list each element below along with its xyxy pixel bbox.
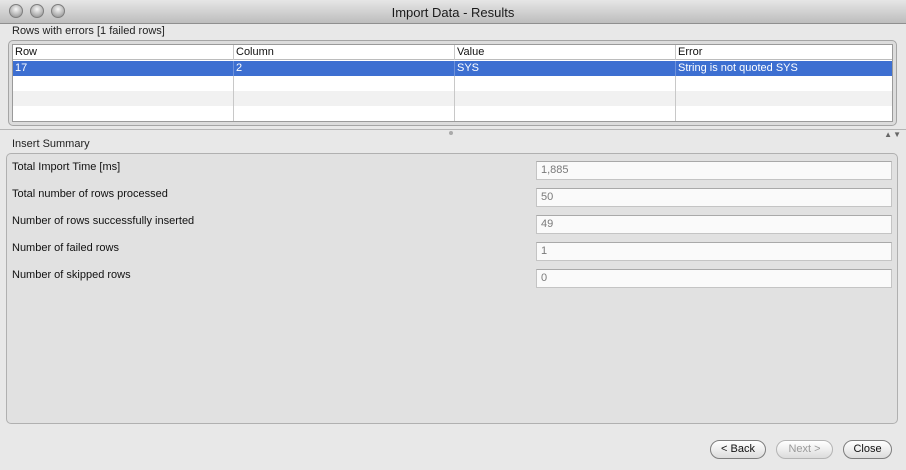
- column-header-value[interactable]: Value: [455, 45, 676, 60]
- empty-cell: [455, 91, 676, 106]
- splitter-grip-icon[interactable]: [449, 131, 453, 135]
- next-button[interactable]: Next >: [776, 440, 833, 459]
- empty-cell: [13, 76, 234, 91]
- empty-cell: [13, 91, 234, 106]
- title-bar: Import Data - Results: [0, 0, 906, 24]
- errors-section-label: Rows with errors [1 failed rows]: [12, 25, 165, 37]
- empty-cell: [234, 76, 455, 91]
- total-import-time-label: Total Import Time [ms]: [12, 161, 121, 173]
- empty-table-row: [13, 106, 892, 121]
- empty-cell: [234, 91, 455, 106]
- column-header-error[interactable]: Error: [676, 45, 892, 60]
- close-button[interactable]: Close: [843, 440, 892, 459]
- cell-column: 2: [234, 61, 455, 76]
- cell-value: SYS: [455, 61, 676, 76]
- rows-inserted-label: Number of rows successfully inserted: [12, 215, 195, 227]
- failed-rows-field[interactable]: 1: [536, 242, 892, 261]
- failed-rows-label: Number of failed rows: [12, 242, 119, 254]
- rows-processed-field[interactable]: 50: [536, 188, 892, 207]
- cell-row: 17: [13, 61, 234, 76]
- empty-table-row: [13, 91, 892, 106]
- empty-cell: [455, 106, 676, 121]
- errors-table[interactable]: Row Column Value Error 17 2 SYS String i…: [12, 44, 893, 122]
- empty-cell: [13, 106, 234, 121]
- split-pane-divider[interactable]: ▲▼: [0, 129, 906, 139]
- table-row[interactable]: 17 2 SYS String is not quoted SYS: [13, 61, 892, 76]
- cell-error: String is not quoted SYS: [678, 62, 798, 74]
- rows-processed-label: Total number of rows processed: [12, 188, 168, 200]
- column-header-row[interactable]: Row: [13, 45, 234, 60]
- total-import-time-field[interactable]: 1,885: [536, 161, 892, 180]
- empty-table-row: [13, 76, 892, 91]
- window-title: Import Data - Results: [391, 5, 515, 20]
- errors-table-frame: Row Column Value Error 17 2 SYS String i…: [8, 40, 897, 126]
- empty-cell: [455, 76, 676, 91]
- import-results-window: Import Data - Results Rows with errors […: [0, 0, 906, 470]
- splitter-arrows-icon[interactable]: ▲▼: [884, 130, 902, 139]
- back-button[interactable]: < Back: [710, 440, 766, 459]
- column-header-column[interactable]: Column: [234, 45, 455, 60]
- summary-section-label: Insert Summary: [12, 138, 90, 150]
- skipped-rows-field[interactable]: 0: [536, 269, 892, 288]
- skipped-rows-label: Number of skipped rows: [12, 269, 131, 281]
- errors-table-header: Row Column Value Error: [13, 45, 892, 60]
- empty-cell: [234, 106, 455, 121]
- rows-inserted-field[interactable]: 49: [536, 215, 892, 234]
